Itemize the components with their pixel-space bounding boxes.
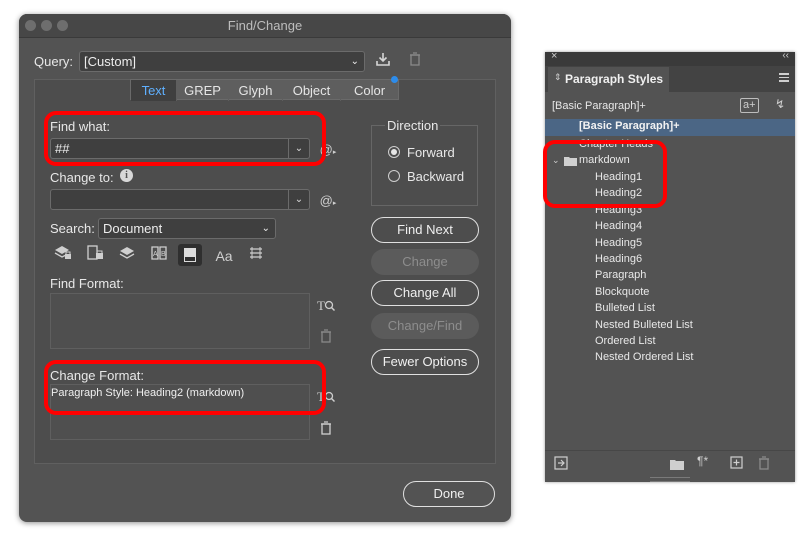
change-all-button[interactable]: Change All bbox=[371, 280, 479, 306]
style-row-label: Paragraph bbox=[595, 269, 647, 282]
new-style-icon[interactable] bbox=[730, 456, 743, 474]
backward-radio[interactable] bbox=[388, 170, 400, 182]
collapse-panel-icon[interactable]: ‹‹ bbox=[782, 50, 789, 61]
clear-change-format-icon[interactable] bbox=[316, 420, 336, 440]
resize-grip[interactable] bbox=[650, 477, 690, 482]
style-row-label: Heading6 bbox=[595, 253, 643, 265]
tab-bar: Text GREP Glyph Object Color bbox=[130, 79, 399, 101]
style-row-label: Heading4 bbox=[595, 220, 643, 233]
svg-text:A: A bbox=[153, 251, 158, 258]
load-styles-icon[interactable] bbox=[554, 456, 568, 475]
specify-find-format-icon[interactable]: T bbox=[315, 296, 337, 319]
save-query-icon[interactable] bbox=[373, 51, 393, 72]
new-group-icon[interactable] bbox=[670, 457, 684, 475]
tab-glyph[interactable]: Glyph bbox=[229, 80, 283, 101]
find-format-label: Find Format: bbox=[50, 276, 124, 291]
svg-text:B: B bbox=[161, 251, 166, 258]
highlight-change-format bbox=[44, 360, 326, 415]
direction-group bbox=[371, 125, 478, 206]
tab-text[interactable]: Text bbox=[131, 80, 177, 101]
search-label: Search: bbox=[50, 221, 95, 236]
special-characters-change-icon[interactable]: @▸ bbox=[318, 191, 338, 214]
highlight-heading-styles bbox=[543, 140, 667, 208]
find-next-button[interactable]: Find Next bbox=[371, 217, 479, 243]
forward-label: Forward bbox=[407, 145, 455, 160]
style-row[interactable]: Heading4 bbox=[545, 218, 795, 234]
delete-query-icon[interactable] bbox=[405, 51, 425, 71]
case-sensitive-icon[interactable]: Aa bbox=[212, 246, 236, 266]
backward-label: Backward bbox=[407, 169, 465, 184]
zoom-window-button[interactable] bbox=[57, 20, 68, 31]
tab-grep[interactable]: GREP bbox=[177, 80, 229, 101]
highlight-find-what bbox=[44, 111, 326, 166]
include-locked-stories-icon[interactable] bbox=[84, 245, 106, 266]
style-row[interactable]: Heading6 bbox=[545, 251, 795, 267]
query-value: [Custom] bbox=[84, 54, 137, 69]
style-row-label: Nested Bulleted List bbox=[595, 318, 693, 331]
expand-collapse-icon[interactable]: ⇕ bbox=[554, 72, 562, 83]
panel-tab[interactable]: ⇕ Paragraph Styles bbox=[548, 67, 669, 92]
chevron-down-icon: ⌄ bbox=[261, 223, 270, 234]
create-style-override-icon[interactable]: a+ bbox=[740, 98, 759, 113]
close-panel-icon[interactable]: × bbox=[551, 50, 557, 62]
lightning-icon[interactable]: ↯ bbox=[775, 97, 785, 111]
tab-object[interactable]: Object bbox=[283, 80, 341, 101]
dialog-title: Find/Change bbox=[227, 18, 303, 33]
paragraph-styles-panel: × ‹‹ ⇕ Paragraph Styles [Basic Paragraph… bbox=[543, 50, 795, 482]
search-scope-select[interactable]: Document ⌄ bbox=[98, 218, 276, 239]
style-row[interactable]: Paragraph bbox=[545, 267, 795, 283]
search-scope-value: Document bbox=[103, 221, 163, 236]
info-icon[interactable]: i bbox=[120, 169, 133, 182]
change-to-label: Change to: bbox=[50, 170, 114, 185]
panel-footer: ¶* bbox=[545, 450, 795, 477]
whole-word-icon[interactable] bbox=[245, 245, 267, 266]
style-row[interactable]: Ordered List bbox=[545, 333, 795, 349]
change-find-button[interactable]: Change/Find bbox=[371, 313, 479, 339]
style-row-label: Ordered List bbox=[595, 335, 656, 347]
style-row[interactable]: Blockquote bbox=[545, 284, 795, 300]
direction-label: Direction bbox=[385, 118, 441, 133]
include-locked-layers-icon[interactable] bbox=[52, 245, 74, 266]
style-row-label: Bulleted List bbox=[595, 302, 655, 315]
current-style-label: [Basic Paragraph]+ bbox=[552, 100, 646, 112]
panel-top-strip: × ‹‹ bbox=[545, 50, 795, 66]
include-master-pages-icon[interactable]: AB bbox=[148, 245, 170, 266]
panel-title: Paragraph Styles bbox=[565, 72, 664, 86]
style-row[interactable]: Nested Ordered List bbox=[545, 349, 795, 365]
change-to-input[interactable]: ⌄ bbox=[50, 189, 310, 210]
find-format-box[interactable] bbox=[50, 293, 310, 349]
style-row-label: Heading5 bbox=[595, 236, 643, 249]
style-row[interactable]: Nested Bulleted List bbox=[545, 317, 795, 333]
style-row[interactable]: Heading5 bbox=[545, 235, 795, 251]
done-button[interactable]: Done bbox=[403, 481, 495, 507]
query-label: Query: bbox=[34, 54, 74, 69]
change-button[interactable]: Change bbox=[371, 249, 479, 275]
chevron-down-icon: ⌄ bbox=[350, 56, 359, 67]
style-row-label: Nested Ordered List bbox=[595, 351, 694, 364]
style-row-selected[interactable]: [Basic Paragraph]+ bbox=[545, 119, 795, 136]
delete-style-icon[interactable] bbox=[758, 456, 770, 475]
style-row[interactable]: Bulleted List bbox=[545, 300, 795, 316]
tab-color[interactable]: Color bbox=[341, 80, 398, 101]
panel-menu-icon[interactable] bbox=[779, 73, 789, 82]
minimize-window-button[interactable] bbox=[41, 20, 52, 31]
forward-radio[interactable] bbox=[388, 146, 400, 158]
include-footnotes-icon[interactable] bbox=[178, 244, 202, 266]
style-row-label: [Basic Paragraph]+ bbox=[579, 120, 680, 132]
query-select[interactable]: [Custom] ⌄ bbox=[79, 51, 365, 72]
chevron-down-icon[interactable]: ⌄ bbox=[288, 190, 309, 209]
svg-text:T: T bbox=[317, 298, 325, 313]
dialog-title-bar: Find/Change bbox=[19, 14, 511, 38]
notification-dot bbox=[391, 76, 398, 83]
find-change-dialog: Find/Change Query: [Custom] ⌄ Text GREP … bbox=[19, 14, 511, 522]
clear-find-format-icon[interactable] bbox=[316, 328, 336, 348]
include-hidden-layers-icon[interactable] bbox=[116, 245, 138, 266]
style-row-label: Blockquote bbox=[595, 285, 650, 298]
clear-overrides-icon[interactable]: ¶* bbox=[697, 454, 708, 468]
fewer-options-button[interactable]: Fewer Options bbox=[371, 349, 479, 375]
close-window-button[interactable] bbox=[25, 20, 36, 31]
